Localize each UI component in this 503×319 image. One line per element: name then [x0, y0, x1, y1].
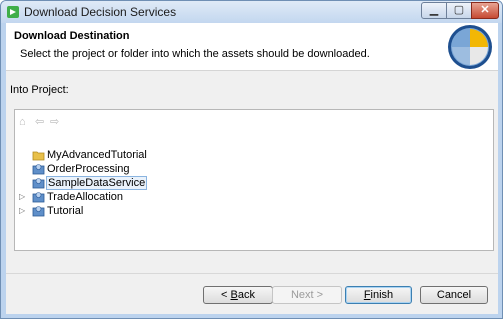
- home-icon[interactable]: ⌂: [19, 117, 31, 128]
- dialog-window: Download Decision Services ▁ ▢ ✕ Downloa…: [0, 0, 503, 319]
- wizard-banner-graphic-icon: [448, 25, 492, 69]
- title-bar[interactable]: Download Decision Services ▁ ▢ ✕: [1, 1, 502, 23]
- project-icon: [32, 164, 45, 175]
- back-button[interactable]: < Back: [203, 286, 273, 304]
- back-prefix: <: [221, 289, 231, 301]
- tree-item-label: Tutorial: [47, 205, 84, 217]
- cancel-button[interactable]: Cancel: [420, 286, 488, 304]
- maximize-button[interactable]: ▢: [446, 2, 472, 19]
- minimize-button[interactable]: ▁: [421, 2, 447, 19]
- tree-item-label: TradeAllocation: [47, 191, 124, 203]
- wizard-banner: Download Destination Select the project …: [6, 23, 498, 71]
- expand-arrow-icon[interactable]: ▷: [19, 206, 25, 215]
- tree-item-sampledataservice[interactable]: SampleDataService: [15, 176, 415, 191]
- folder-icon: [32, 151, 45, 161]
- tree-item-label: OrderProcessing: [47, 163, 130, 175]
- finish-button[interactable]: Finish: [345, 286, 412, 304]
- close-button[interactable]: ✕: [471, 2, 499, 19]
- window-title: Download Decision Services: [24, 5, 177, 19]
- next-button[interactable]: Next >: [272, 286, 342, 304]
- footer-separator: [6, 273, 498, 274]
- expand-arrow-icon[interactable]: ▷: [19, 192, 25, 201]
- project-icon: [32, 178, 45, 189]
- forward-arrow-icon[interactable]: ⇨: [50, 117, 62, 128]
- back-rest: ack: [237, 289, 255, 301]
- app-icon: [7, 6, 19, 18]
- page-description: Select the project or folder into which …: [20, 48, 370, 60]
- finish-rest: inish: [370, 289, 394, 301]
- into-project-label: Into Project:: [10, 84, 69, 96]
- tree-item-label: SampleDataService: [46, 176, 148, 190]
- project-tree[interactable]: ⌂ ⇦ ⇨ MyAdvancedTutorial OrderProcessing: [14, 109, 494, 251]
- tree-item-label: MyAdvancedTutorial: [47, 149, 147, 161]
- tree-item-tutorial[interactable]: ▷ Tutorial: [15, 205, 415, 219]
- back-mnemonic: B: [230, 289, 238, 301]
- project-icon: [32, 192, 45, 203]
- back-arrow-icon[interactable]: ⇦: [35, 117, 47, 128]
- dialog-body: Download Destination Select the project …: [6, 23, 498, 314]
- tree-item-tradeallocation[interactable]: ▷ TradeAllocation: [15, 191, 415, 205]
- finish-mnemonic: F: [363, 289, 371, 301]
- page-title: Download Destination: [14, 30, 130, 42]
- project-icon: [32, 206, 45, 217]
- tree-item-myadvancedtutorial[interactable]: MyAdvancedTutorial: [15, 149, 415, 163]
- tree-item-orderprocessing[interactable]: OrderProcessing: [15, 163, 415, 177]
